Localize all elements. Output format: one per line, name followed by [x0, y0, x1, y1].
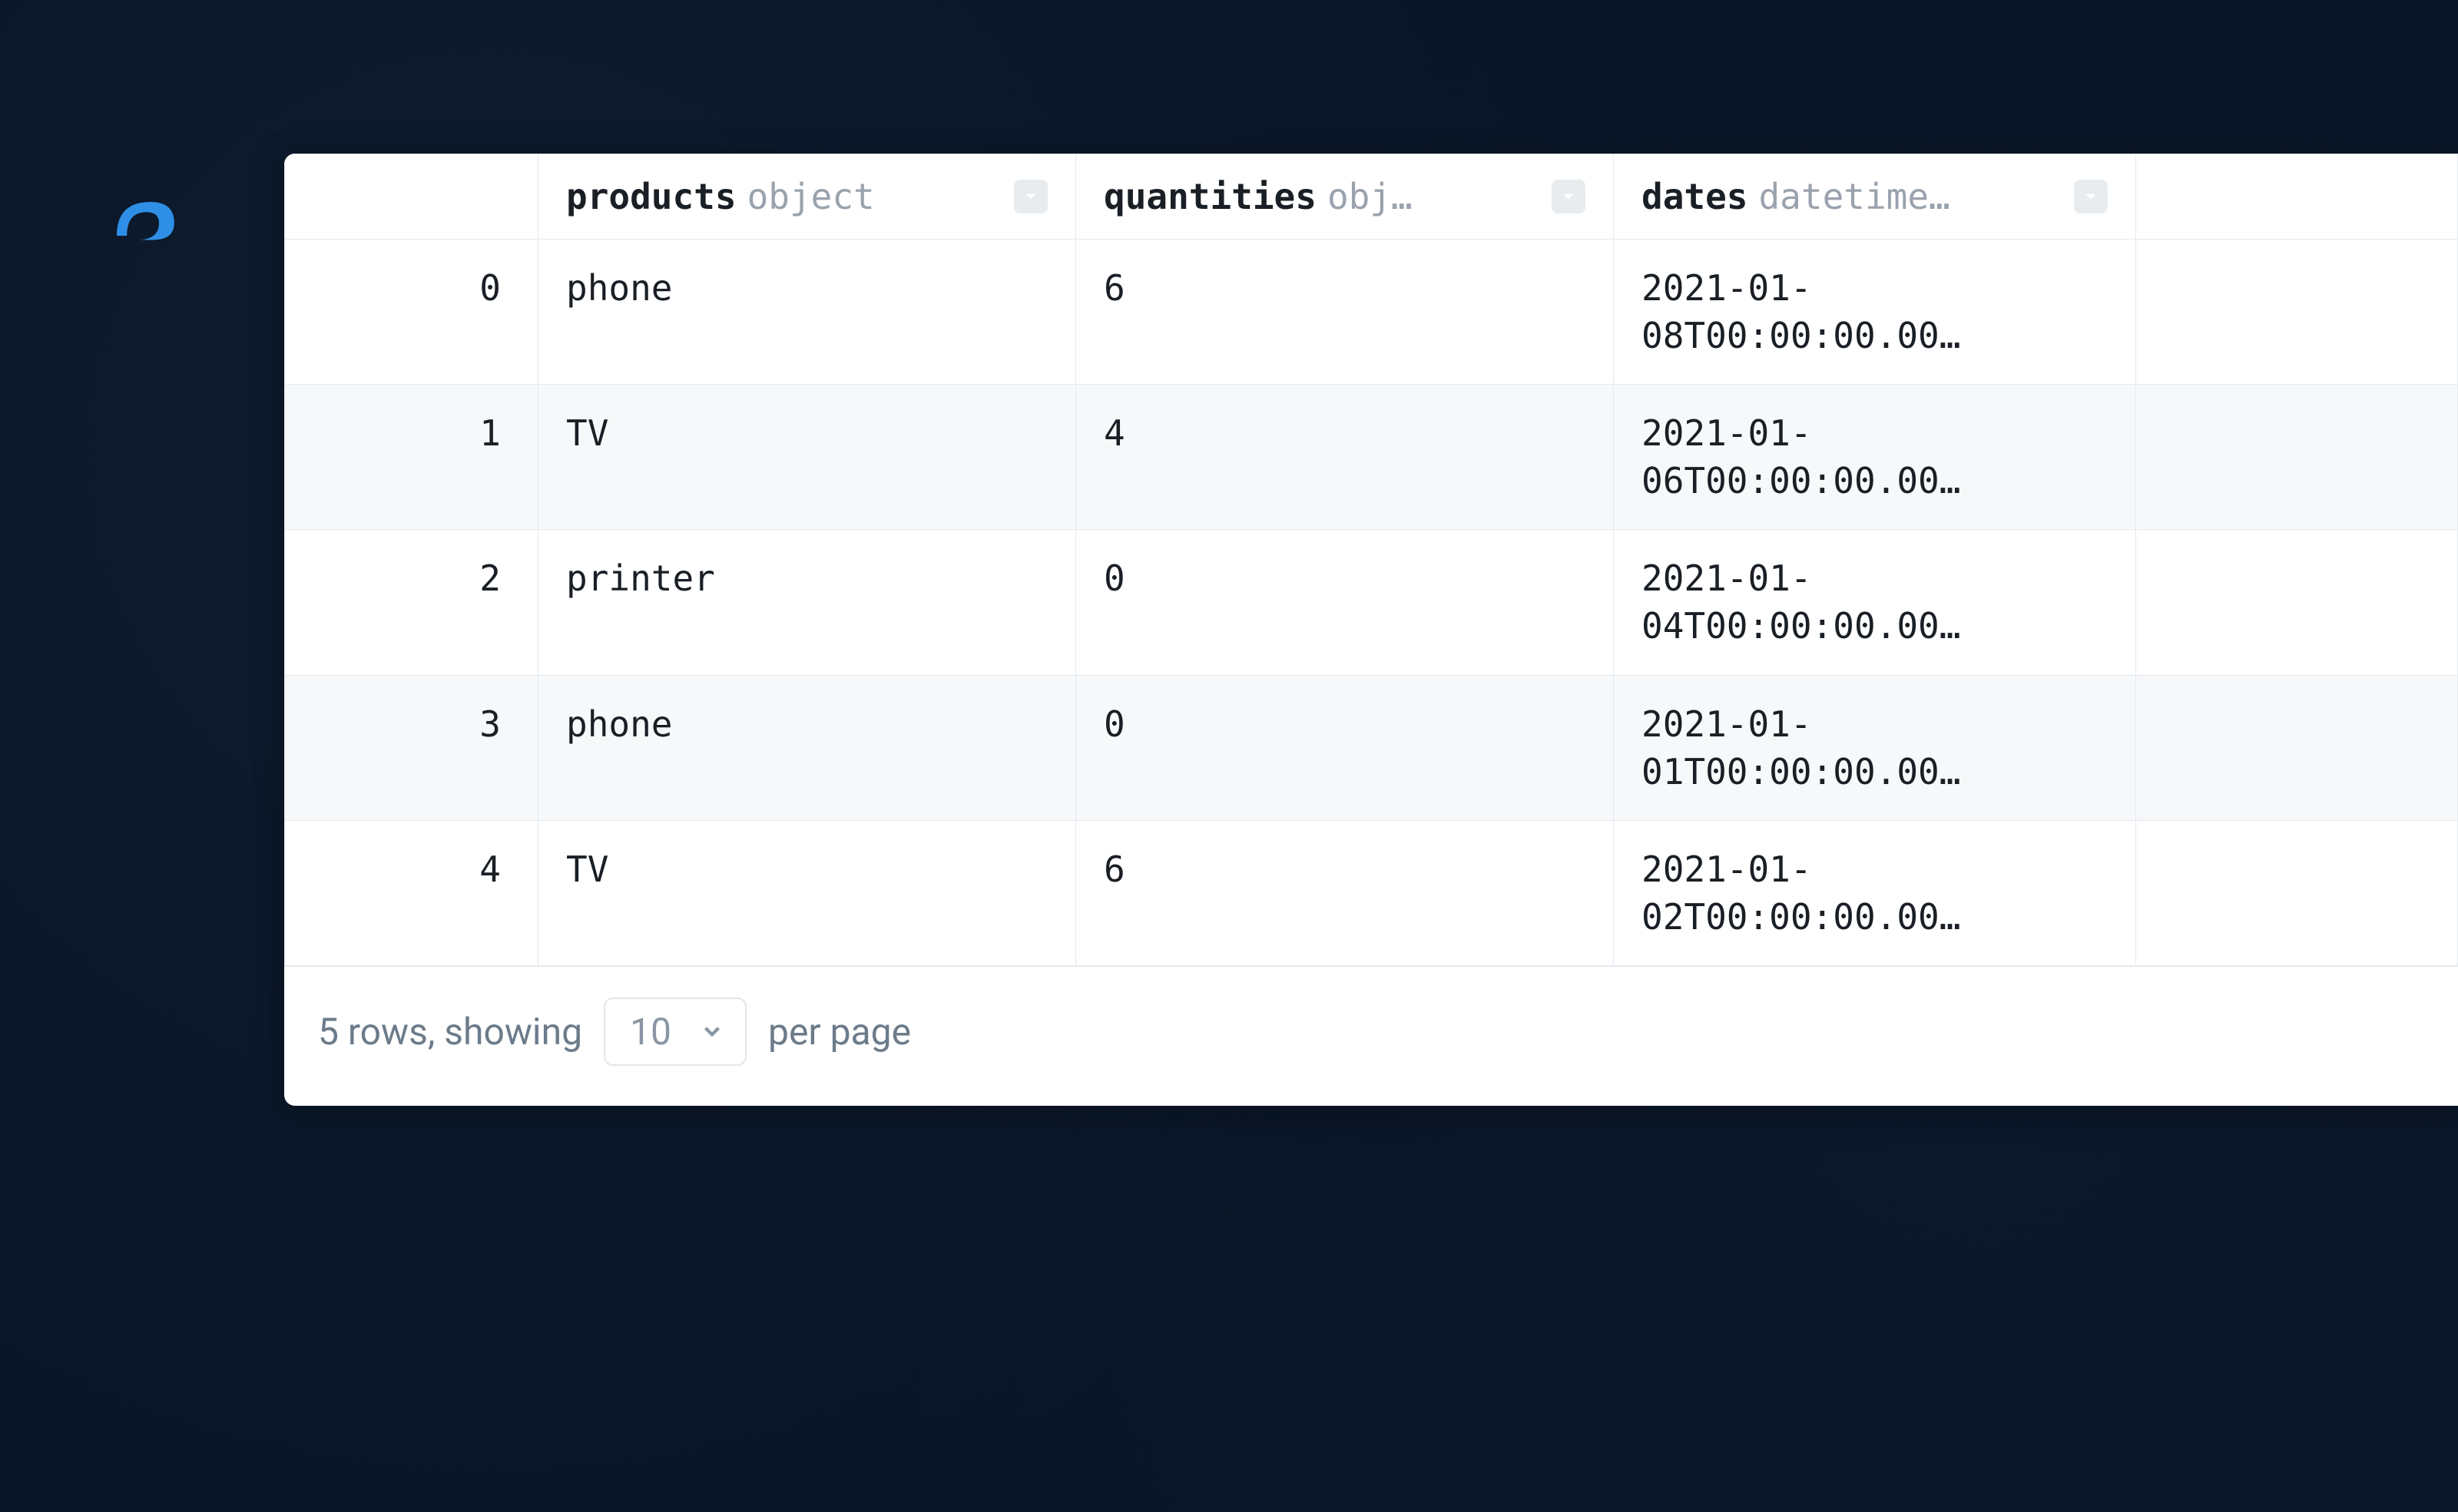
table-row: 3 phone 0 2021-01-01T00:00:00.00… — [285, 675, 2458, 820]
column-name: products — [566, 176, 737, 217]
column-menu-icon[interactable] — [1552, 180, 1585, 213]
cell-dates[interactable]: 2021-01-04T00:00:00.00… — [1614, 530, 2136, 675]
column-menu-icon[interactable] — [1014, 180, 1048, 213]
index-column-header — [285, 154, 538, 240]
table-footer: 5 rows, showing 10 per page — [284, 966, 2458, 1106]
cell-spacer — [2136, 820, 2458, 965]
column-type: object — [747, 176, 875, 217]
column-menu-icon[interactable] — [2074, 180, 2108, 213]
cell-products[interactable]: phone — [538, 675, 1076, 820]
row-index: 2 — [285, 530, 538, 675]
cell-products[interactable]: printer — [538, 530, 1076, 675]
cell-spacer — [2136, 240, 2458, 385]
per-page-label: per page — [768, 1010, 911, 1054]
cell-quantities[interactable]: 0 — [1076, 530, 1614, 675]
table-row: 0 phone 6 2021-01-08T00:00:00.00… — [285, 240, 2458, 385]
cell-products[interactable]: phone — [538, 240, 1076, 385]
app-logo — [100, 177, 184, 261]
cell-spacer — [2136, 385, 2458, 530]
row-index: 1 — [285, 385, 538, 530]
column-header-quantities[interactable]: quantities obj… — [1076, 154, 1614, 240]
column-name: dates — [1641, 176, 1747, 217]
row-count-label: 5 rows, showing — [318, 1010, 582, 1054]
column-type: datetime… — [1758, 176, 1950, 217]
column-type: obj… — [1327, 176, 1413, 217]
cell-dates[interactable]: 2021-01-01T00:00:00.00… — [1614, 675, 2136, 820]
row-index: 4 — [285, 820, 538, 965]
column-name: quantities — [1104, 176, 1317, 217]
row-index: 3 — [285, 675, 538, 820]
cell-products[interactable]: TV — [538, 820, 1076, 965]
row-index: 0 — [285, 240, 538, 385]
table-row: 2 printer 0 2021-01-04T00:00:00.00… — [285, 530, 2458, 675]
cell-quantities[interactable]: 6 — [1076, 820, 1614, 965]
cell-dates[interactable]: 2021-01-08T00:00:00.00… — [1614, 240, 2136, 385]
cell-dates[interactable]: 2021-01-06T00:00:00.00… — [1614, 385, 2136, 530]
cell-quantities[interactable]: 6 — [1076, 240, 1614, 385]
cell-dates[interactable]: 2021-01-02T00:00:00.00… — [1614, 820, 2136, 965]
cell-quantities[interactable]: 0 — [1076, 675, 1614, 820]
column-header-dates[interactable]: dates datetime… — [1614, 154, 2136, 240]
cell-spacer — [2136, 675, 2458, 820]
cell-spacer — [2136, 530, 2458, 675]
cell-quantities[interactable]: 4 — [1076, 385, 1614, 530]
column-header-spacer — [2136, 154, 2458, 240]
data-table: products object quantities obj… — [284, 154, 2458, 966]
table-row: 4 TV 6 2021-01-02T00:00:00.00… — [285, 820, 2458, 965]
page-size-value: 10 — [630, 1010, 671, 1054]
cell-products[interactable]: TV — [538, 385, 1076, 530]
data-table-panel: products object quantities obj… — [284, 154, 2458, 1106]
table-header-row: products object quantities obj… — [285, 154, 2458, 240]
table-row: 1 TV 4 2021-01-06T00:00:00.00… — [285, 385, 2458, 530]
page-size-select[interactable]: 10 — [604, 998, 747, 1066]
chevron-down-icon — [699, 1018, 725, 1044]
column-header-products[interactable]: products object — [538, 154, 1076, 240]
